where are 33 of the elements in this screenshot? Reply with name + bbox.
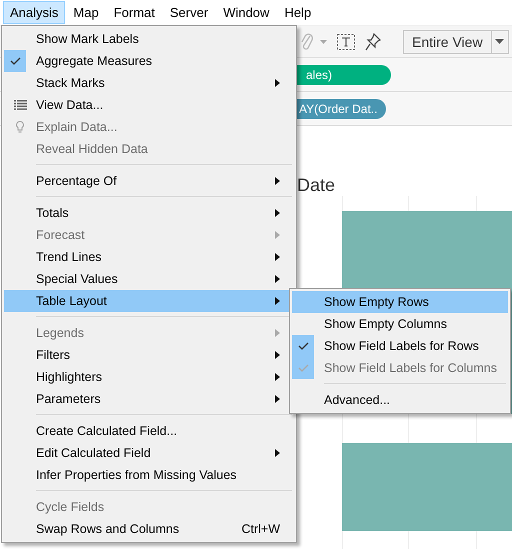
menu-item[interactable]: Show Field Labels for Rows: [292, 335, 508, 357]
pin-icon[interactable]: [365, 32, 381, 50]
menu-bar-item[interactable]: Map: [66, 1, 106, 24]
menu-item[interactable]: Trend Lines: [4, 246, 294, 268]
paperclip-icon[interactable]: [300, 32, 314, 52]
menu-bar-item[interactable]: Server: [162, 1, 216, 24]
menu-item[interactable]: Highlighters: [4, 366, 294, 388]
menu-item[interactable]: Show Mark Labels: [4, 28, 294, 50]
menu-bar-item[interactable]: Analysis: [3, 1, 66, 24]
menu-item[interactable]: Advanced...: [292, 389, 508, 411]
menu-item[interactable]: Show Empty Rows: [292, 291, 508, 313]
menu-item[interactable]: Infer Properties from Missing Values: [4, 464, 294, 486]
checkmark-icon: [10, 57, 20, 65]
sheet-title: Date: [297, 174, 336, 196]
menu-item[interactable]: Show Empty Columns: [292, 313, 508, 335]
table-icon: [14, 100, 26, 110]
menu-bar-item[interactable]: Help: [277, 1, 318, 24]
menu-item[interactable]: Edit Calculated Field: [4, 442, 294, 464]
text-box-icon[interactable]: [337, 34, 355, 50]
menu-item[interactable]: Percentage Of: [4, 170, 294, 192]
menu-item[interactable]: Filters: [4, 344, 294, 366]
lightbulb-icon: [16, 121, 24, 133]
menu-item[interactable]: Parameters: [4, 388, 294, 410]
view-dropdown[interactable]: Entire View: [403, 30, 509, 54]
menu-bar-item[interactable]: Format: [106, 1, 162, 24]
checkmark-icon: [298, 364, 308, 372]
menu-item[interactable]: Swap Rows and Columns Ctrl+W: [4, 518, 294, 540]
menu-item[interactable]: Create Calculated Field...: [4, 420, 294, 442]
menu-item[interactable]: Totals: [4, 202, 294, 224]
checkmark-icon: [298, 342, 308, 350]
menu-item[interactable]: Special Values: [4, 268, 294, 290]
caret-icon: [495, 39, 504, 44]
menu-bar-item[interactable]: Window: [216, 1, 276, 24]
